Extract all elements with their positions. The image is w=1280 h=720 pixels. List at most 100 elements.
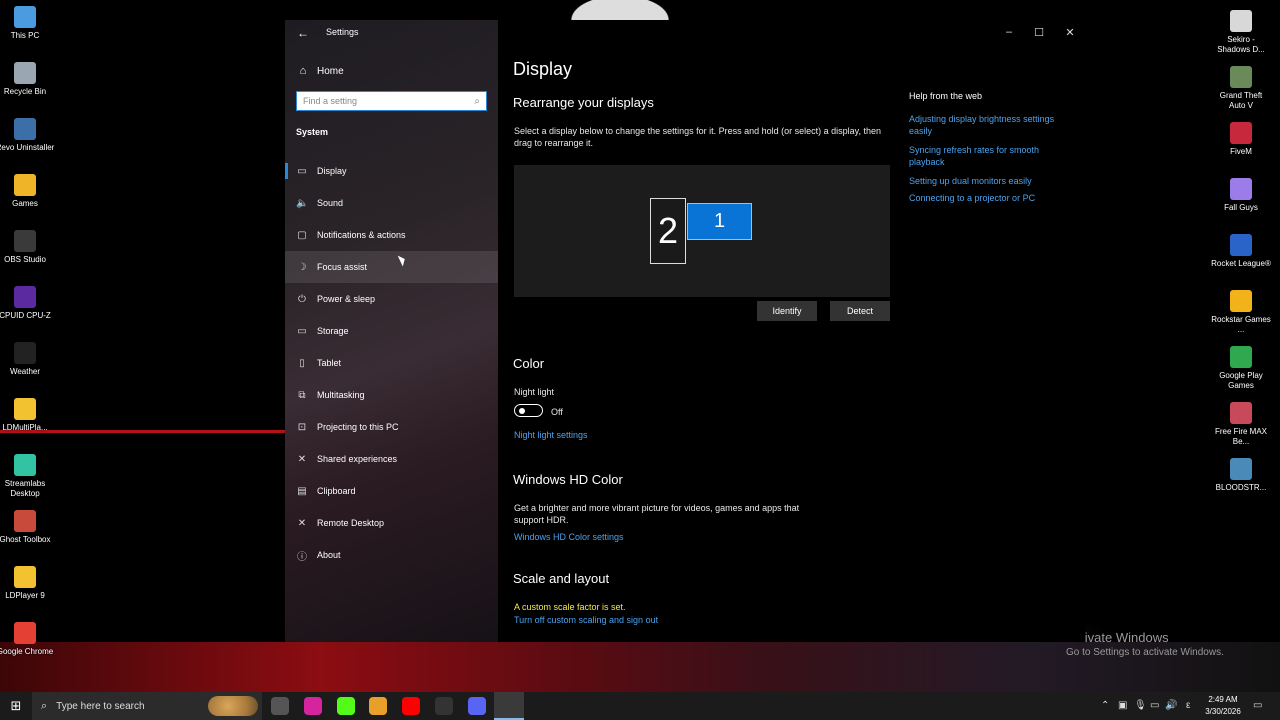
desktop-icon-google-play-games[interactable]: Google Play Games [1211, 346, 1271, 391]
identify-button[interactable]: Identify [757, 301, 817, 321]
nav-item-label: Power & sleep [317, 294, 376, 304]
night-light-toggle[interactable] [514, 404, 543, 417]
instagram-taskbar-icon[interactable] [303, 697, 322, 715]
info-icon: ⓘ [297, 551, 307, 563]
rockstar-games-icon [1230, 290, 1252, 312]
nav-item-power-sleep[interactable]: ⏻ Power & sleep [285, 283, 498, 315]
desktop-icon-google-chrome[interactable]: Google Chrome [0, 622, 55, 657]
hdr-settings-link[interactable]: Windows HD Color settings [514, 531, 624, 543]
night-light-settings-link[interactable]: Night light settings [514, 429, 588, 441]
nav-item-focus-assist[interactable]: ☽ Focus assist [285, 251, 498, 283]
desktop-icon-weather[interactable]: Weather [0, 342, 55, 377]
windows-start-icon[interactable]: ⊞ [0, 692, 32, 720]
grand-theft-auto-v-icon [1230, 66, 1252, 88]
nav-item-display[interactable]: ▭ Display [285, 155, 498, 187]
desktop-icon-revo-uninstaller[interactable]: Revo Uninstaller [0, 118, 55, 153]
desktop-icon-bloodstr[interactable]: BLOODSTR... [1211, 458, 1271, 493]
games-icon [14, 174, 36, 196]
desktop-icon-recycle-bin[interactable]: Recycle Bin [0, 62, 55, 97]
home-icon: ⌂ [299, 65, 307, 77]
close-icon[interactable]: ✕ [1062, 26, 1078, 39]
input-language[interactable]: ε [1186, 700, 1190, 711]
desktop-icon-label: OBS Studio [4, 255, 46, 264]
monitor-1[interactable]: 1 [687, 203, 752, 240]
desktop-icon-games[interactable]: Games [0, 174, 55, 209]
help-link[interactable]: Connecting to a projector or PC [909, 192, 1069, 204]
desktop-icon-streamlabs-desktop[interactable]: Streamlabs Desktop [0, 454, 55, 499]
nav-item-clipboard[interactable]: ▤ Clipboard [285, 475, 498, 507]
storage-icon: ▭ [297, 325, 307, 337]
desktop-icon-label: Weather [9, 367, 41, 376]
desktop-icon-grand-theft-auto-v[interactable]: Grand Theft Auto V [1211, 66, 1271, 111]
kick-taskbar-icon[interactable] [336, 697, 355, 715]
nav-item-label: Sound [317, 198, 344, 208]
search-icon: ⌕ [41, 699, 48, 712]
speaker-icon: 🔈 [296, 197, 309, 209]
app-taskbar-icon[interactable] [435, 697, 453, 715]
monitor-icon: ▭ [297, 165, 307, 177]
help-link[interactable]: Syncing refresh rates for smooth playbac… [909, 144, 1069, 168]
microphone-icon[interactable]: 🎙 [1134, 700, 1147, 711]
nav-item-remote-desktop[interactable]: ✕ Remote Desktop [285, 507, 498, 539]
desktop-icon-free-fire-max-be[interactable]: Free Fire MAX Be... [1211, 402, 1271, 447]
desktop-icon-label: Rockstar Games ... [1211, 315, 1271, 334]
nav-item-shared-experiences[interactable]: ✕ Shared experiences [285, 443, 498, 475]
notification-icon: ▢ [297, 229, 307, 241]
desktop-icon-ghost-toolbox[interactable]: Ghost Toolbox [0, 510, 55, 545]
detect-button[interactable]: Detect [830, 301, 890, 321]
clock-time: 2:49 AM [1208, 695, 1238, 704]
settings-content: – ☐ ✕ Display Rearrange your displays Se… [498, 20, 1085, 642]
obs-taskbar-icon[interactable] [271, 697, 289, 715]
desktop-icon-ldmultipla[interactable]: LDMultiPla... [0, 398, 55, 433]
maximize-icon[interactable]: ☐ [1031, 26, 1047, 39]
recycle-bin-icon [14, 62, 36, 84]
network-icon[interactable]: ▭ [1150, 700, 1159, 711]
moon-icon: ☽ [297, 261, 307, 273]
home-nav-item[interactable]: ⌂ Home [296, 64, 344, 78]
desktop-icon-obs-studio[interactable]: OBS Studio [0, 230, 55, 265]
monitor-2[interactable]: 2 [650, 198, 686, 264]
system-clock[interactable]: 2:49 AM 3/30/2026 [1200, 694, 1246, 718]
help-link[interactable]: Setting up dual monitors easily [909, 175, 1069, 187]
multitasking-icon: ⧉ [298, 389, 306, 401]
nav-item-tablet[interactable]: ▯ Tablet [285, 347, 498, 379]
settings-taskbar-icon[interactable] [500, 697, 519, 715]
turn-off-scaling-link[interactable]: Turn off custom scaling and sign out [514, 614, 658, 626]
volume-icon[interactable]: 🔊 [1165, 700, 1177, 711]
desktop-icon-fall-guys[interactable]: Fall Guys [1211, 178, 1271, 213]
taskbar-search-box[interactable]: ⌕ Type here to search [32, 692, 262, 720]
nav-item-storage[interactable]: ▭ Storage [285, 315, 498, 347]
youtube-taskbar-icon[interactable] [402, 697, 421, 715]
settings-sidebar: ← Settings ⌂ Home Find a setting ⌕ Syste… [285, 20, 498, 642]
desktop-icon-fivem[interactable]: FiveM [1211, 122, 1271, 157]
display-arrangement-area[interactable]: 2 1 [514, 165, 890, 297]
network-drive-icon[interactable]: ▣ [1118, 700, 1127, 711]
desktop-icon-rocket-league[interactable]: Rocket League® [1211, 234, 1271, 269]
desktop-icon-this-pc[interactable]: This PC [0, 6, 55, 41]
chrome-taskbar-icon[interactable] [369, 697, 388, 715]
fall-guys-icon [1230, 178, 1252, 200]
google-chrome-icon [14, 622, 36, 644]
desktop-icon-ldplayer-9[interactable]: LDPlayer 9 [0, 566, 55, 601]
desktop-icon-sekiro-shadows-d[interactable]: Sekiro - Shadows D... [1211, 10, 1271, 55]
minimize-icon[interactable]: – [1001, 26, 1017, 38]
nav-item-sound[interactable]: 🔈 Sound [285, 187, 498, 219]
watermark-subtitle: Go to Settings to activate Windows. [1066, 647, 1224, 658]
nav-item-notifications-actions[interactable]: ▢ Notifications & actions [285, 219, 498, 251]
help-link[interactable]: Adjusting display brightness settings ea… [909, 113, 1069, 137]
show-hidden-icons-chevron-icon[interactable]: ⌃ [1101, 700, 1109, 711]
desktop-icon-rockstar-games[interactable]: Rockstar Games ... [1211, 290, 1271, 335]
page-title: Display [513, 59, 573, 79]
nav-item-multitasking[interactable]: ⧉ Multitasking [285, 379, 498, 411]
hdr-heading: Windows HD Color [513, 472, 623, 487]
nav-item-projecting-to-this-pc[interactable]: ⊡ Projecting to this PC [285, 411, 498, 443]
find-setting-input[interactable]: Find a setting ⌕ [296, 91, 487, 111]
notification-center-icon[interactable]: ▭ [1253, 700, 1262, 711]
help-heading: Help from the web [909, 91, 983, 101]
discord-taskbar-icon[interactable] [467, 697, 486, 715]
nav-item-about[interactable]: ⓘ About [285, 539, 498, 571]
this-pc-icon [14, 6, 36, 28]
desktop-icon-label: LDMultiPla... [2, 423, 48, 432]
desktop-icon-cpuid-cpu-z[interactable]: CPUID CPU-Z [0, 286, 55, 321]
back-arrow-icon[interactable]: ← [297, 26, 311, 40]
